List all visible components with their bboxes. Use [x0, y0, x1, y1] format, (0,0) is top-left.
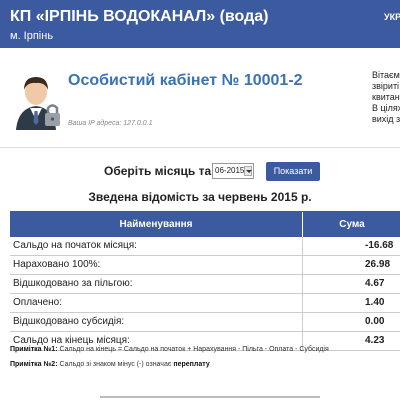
- row-value: 0.00: [302, 313, 400, 331]
- welcome-text: Вітаєм звіриті квитан В цілях вихід з: [372, 70, 400, 125]
- row-value: 4.67: [302, 275, 400, 293]
- note-1: Примітка №1: Сальдо на кінець = Сальдо н…: [10, 346, 329, 353]
- table-row: Оплачено: 1.40: [10, 294, 400, 313]
- org-city: м. Ірпінь: [10, 30, 54, 42]
- row-value: 1.40: [302, 294, 400, 312]
- row-label: Відшкодовано субсидія:: [13, 316, 125, 327]
- note-1-label: Примітка №1:: [10, 346, 58, 353]
- chevron-down-icon: [244, 166, 252, 176]
- cabinet-title: Особистий кабінет № 10001-2: [68, 72, 303, 89]
- welcome-line: Вітаєм: [372, 70, 400, 80]
- welcome-line: В цілях: [372, 103, 400, 113]
- ip-value: 127.0.0.1: [123, 120, 153, 127]
- column-header-name: Найменування: [119, 219, 193, 230]
- welcome-line: вихід з: [372, 114, 400, 124]
- table-row: Сальдо на початок місяця: -16.68: [10, 237, 400, 256]
- table-header: Найменування Сума: [10, 212, 400, 237]
- user-lock-icon: [16, 77, 60, 130]
- note-2: Примітка №2: Сальдо зі знаком мінус (-) …: [10, 361, 210, 368]
- note-1-text: Сальдо на кінець = Сальдо на початок + Н…: [57, 346, 329, 353]
- note-2-text: Сальдо зі знаком мінус (-) означає: [57, 361, 174, 368]
- table-row: Відшкодовано субсидія: 0.00: [10, 313, 400, 332]
- month-year-select[interactable]: 06-2015: [212, 163, 254, 179]
- row-label: Оплачено:: [13, 297, 63, 308]
- table-row: Нараховано 100%: 26.98: [10, 256, 400, 275]
- welcome-line: квитан: [372, 92, 400, 102]
- column-header-sum: Сума: [302, 212, 400, 237]
- cut-off-heading: [100, 393, 330, 403]
- row-value: 26.98: [302, 256, 400, 274]
- row-value: -16.68: [302, 237, 400, 255]
- month-year-value: 06-2015: [215, 166, 245, 175]
- summary-title: Зведена відомість за червень 2015 р.: [88, 190, 312, 204]
- ip-address: Ваша IP адреса: 127.0.0.1: [68, 120, 152, 127]
- site-header: КП «ІРПІНЬ ВОДОКАНАЛ» (вода) м. Ірпінь У…: [0, 0, 400, 48]
- language-switch[interactable]: УКР: [384, 12, 400, 22]
- welcome-line: звіриті: [372, 81, 400, 91]
- table-row: Відшкодовано за пільгою: 4.67: [10, 275, 400, 294]
- org-title: КП «ІРПІНЬ ВОДОКАНАЛ» (вода): [10, 8, 269, 25]
- row-label: Сальдо на початок місяця:: [13, 240, 137, 251]
- row-label: Нараховано 100%:: [13, 259, 101, 270]
- note-2-label: Примітка №2:: [10, 361, 58, 368]
- row-label: Відшкодовано за пільгою:: [13, 278, 133, 289]
- ip-label: Ваша IP адреса:: [68, 120, 122, 127]
- note-2-emphasis: переплату: [173, 361, 210, 368]
- show-button[interactable]: Показати: [266, 162, 320, 181]
- summary-table: Найменування Сума Сальдо на початок міся…: [10, 211, 400, 351]
- divider: [0, 147, 400, 148]
